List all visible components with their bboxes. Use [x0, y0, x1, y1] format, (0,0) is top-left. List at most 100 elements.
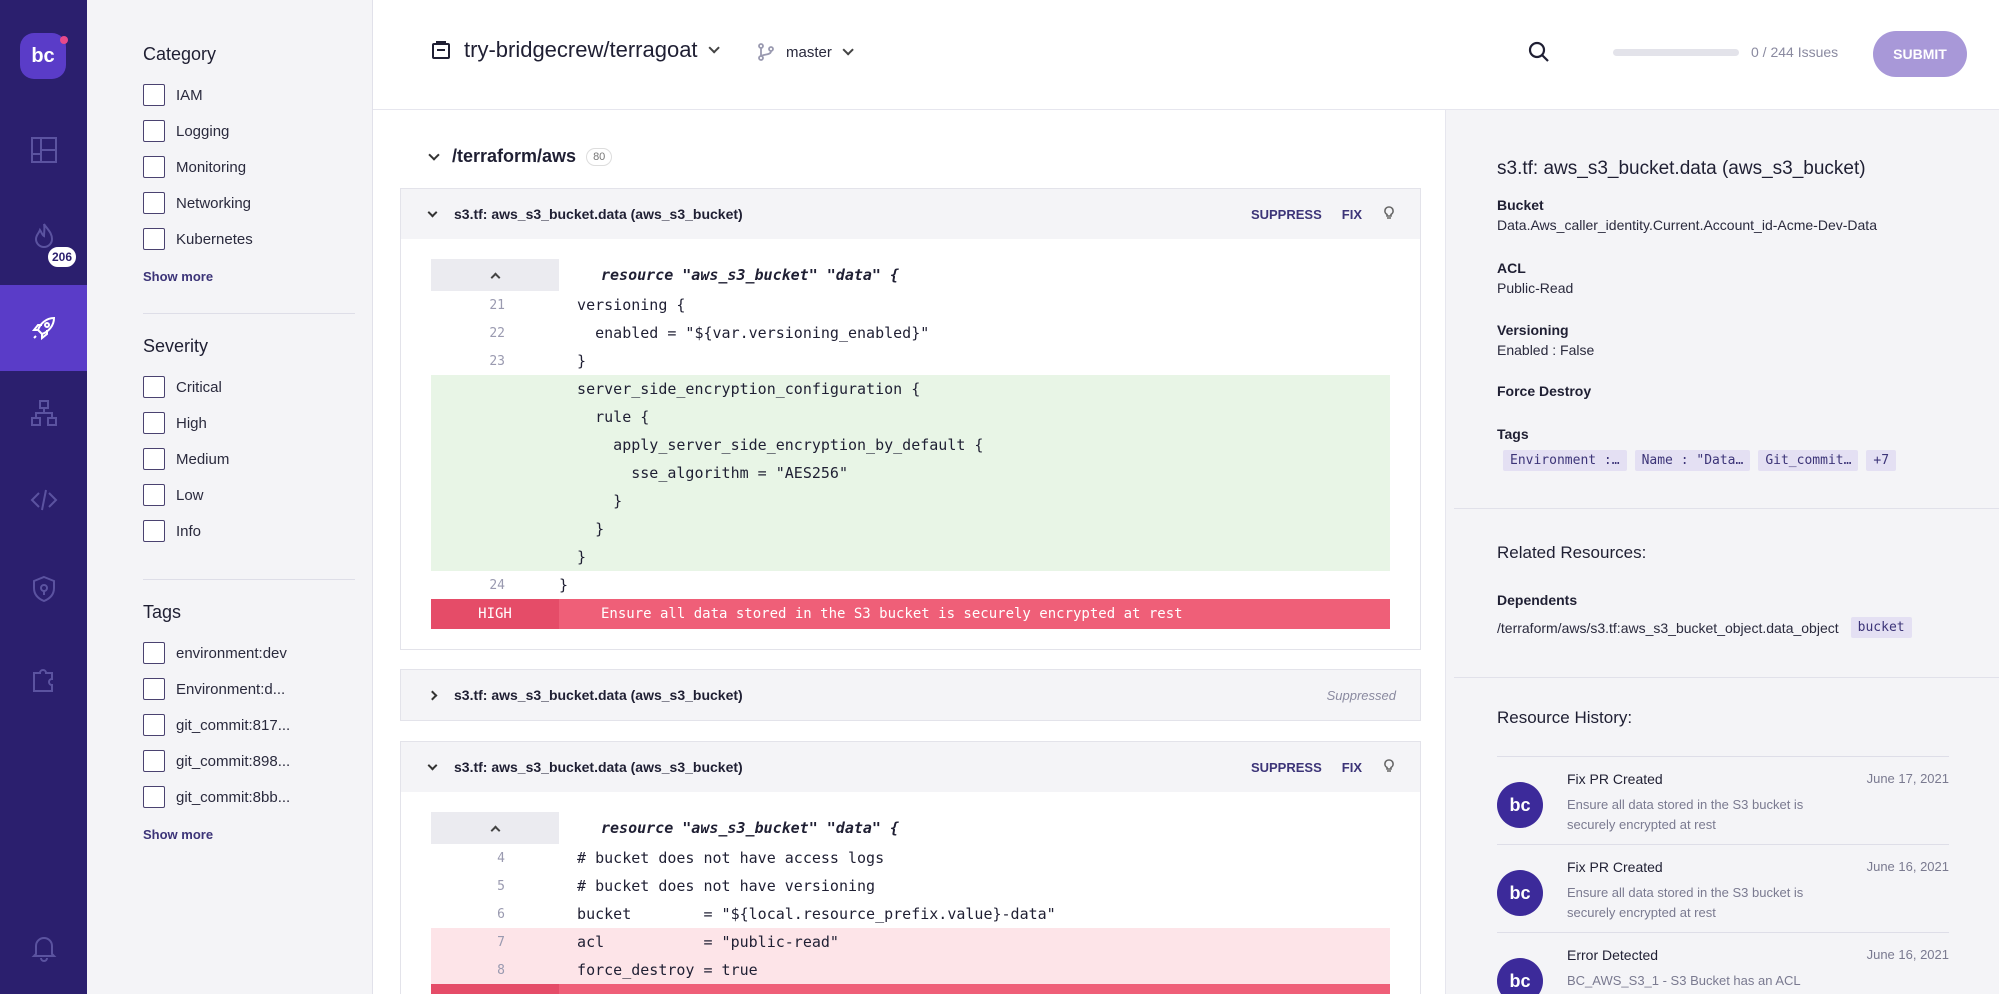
fix-button[interactable]: FIX	[1342, 760, 1362, 775]
nav-resources[interactable]	[0, 370, 87, 456]
filter-tag-option[interactable]: git_commit:817...	[143, 707, 355, 743]
code-line-added: rule {	[431, 403, 1390, 431]
lightbulb-button[interactable]	[1362, 758, 1396, 776]
tag-chip[interactable]: Name : "Data…	[1634, 450, 1751, 471]
filter-tag-option[interactable]: Environment:d...	[143, 671, 355, 707]
suppress-button[interactable]: SUPPRESS	[1251, 760, 1322, 775]
checkbox[interactable]	[143, 678, 165, 700]
nav-code-fixes[interactable]	[0, 285, 87, 371]
checkbox[interactable]	[143, 228, 165, 250]
prop-acl: ACL Public-Read	[1497, 260, 1573, 296]
history-description: BC_AWS_S3_1 - S3 Bucket has an ACL	[1567, 973, 1801, 988]
history-item[interactable]: bc Fix PR Created Ensure all data stored…	[1497, 756, 1949, 844]
checkbox[interactable]	[143, 84, 165, 106]
filter-category-option[interactable]: Networking	[143, 185, 355, 221]
severity-label: HIGH	[431, 599, 559, 629]
related-resources-title: Related Resources:	[1497, 543, 1647, 562]
submit-button[interactable]: SUBMIT	[1873, 31, 1967, 77]
branch-selector[interactable]: master	[756, 42, 854, 62]
tags-show-more-link[interactable]: Show more	[143, 827, 355, 842]
checkbox[interactable]	[143, 412, 165, 434]
checkbox[interactable]	[143, 520, 165, 542]
expand-up-button[interactable]	[431, 812, 559, 844]
prop-key: Tags	[1497, 426, 1529, 442]
checkbox[interactable]	[143, 192, 165, 214]
suppress-button[interactable]: SUPPRESS	[1251, 207, 1322, 222]
line-number	[431, 403, 559, 431]
line-number: 22	[489, 325, 505, 341]
dependent-item[interactable]: /terraform/aws/s3.tf:aws_s3_bucket_objec…	[1497, 617, 1912, 638]
filter-severity-option[interactable]: High	[143, 405, 355, 441]
icon-rail: bc 206	[0, 0, 87, 994]
nav-code[interactable]	[0, 457, 87, 543]
nav-dashboard[interactable]	[0, 107, 87, 193]
prop-key: Bucket	[1497, 197, 1544, 213]
filter-tag-option[interactable]: git_commit:898...	[143, 743, 355, 779]
checkbox[interactable]	[143, 714, 165, 736]
issue-title: s3.tf: aws_s3_bucket.data (aws_s3_bucket…	[454, 759, 743, 775]
avatar: bc	[1497, 782, 1543, 828]
branch-name: master	[786, 43, 832, 61]
filter-tag-option[interactable]: git_commit:8bb...	[143, 779, 355, 815]
filter-severity-option[interactable]: Info	[143, 513, 355, 549]
code-text: # bucket does not have access logs	[559, 849, 885, 867]
code-text: bucket = "${local.resource_prefix.value}…	[559, 905, 1056, 923]
option-label: High	[176, 414, 207, 432]
nav-integrations[interactable]	[0, 636, 87, 722]
code-line-added: }	[431, 515, 1390, 543]
checkbox[interactable]	[143, 156, 165, 178]
filter-category-option[interactable]: Monitoring	[143, 149, 355, 185]
checkbox[interactable]	[143, 750, 165, 772]
filter-tag-option[interactable]: environment:dev	[143, 635, 355, 671]
code-line: 22 enabled = "${var.versioning_enabled}"	[431, 319, 1390, 347]
history-item[interactable]: bc Error Detected BC_AWS_S3_1 - S3 Bucke…	[1497, 932, 1949, 994]
tag-chip[interactable]: Environment :…	[1503, 450, 1627, 471]
folder-path-header[interactable]: /terraform/aws 80	[428, 146, 613, 167]
history-title: Fix PR Created	[1567, 859, 1663, 875]
nav-notifications[interactable]	[0, 905, 87, 991]
chevron-up-icon	[490, 272, 500, 282]
issue-card-header[interactable]: s3.tf: aws_s3_bucket.data (aws_s3_bucket…	[401, 189, 1420, 239]
filter-category-option[interactable]: Logging	[143, 113, 355, 149]
search-button[interactable]	[1527, 40, 1551, 64]
checkbox[interactable]	[143, 642, 165, 664]
checkbox[interactable]	[143, 448, 165, 470]
filter-severity-option[interactable]: Medium	[143, 441, 355, 477]
history-item[interactable]: bc Fix PR Created Ensure all data stored…	[1497, 844, 1949, 932]
lightbulb-button[interactable]	[1362, 205, 1396, 223]
issue-card-header[interactable]: s3.tf: aws_s3_bucket.data (aws_s3_bucket…	[401, 742, 1420, 792]
fix-button[interactable]: FIX	[1342, 207, 1362, 222]
repo-selector[interactable]: try-bridgecrew/terragoat	[430, 37, 720, 63]
bell-icon	[31, 937, 56, 962]
tag-list: Environment :… Name : "Data… Git_commit……	[1503, 450, 1897, 471]
filter-severity-option[interactable]: Low	[143, 477, 355, 513]
line-number: 5	[497, 878, 505, 894]
puzzle-icon	[32, 669, 53, 692]
checkbox[interactable]	[143, 120, 165, 142]
dashboard-icon	[30, 137, 57, 163]
issue-card-header[interactable]: s3.tf: aws_s3_bucket.data (aws_s3_bucket…	[401, 670, 1420, 720]
filter-severity-option[interactable]: Critical	[143, 369, 355, 405]
nav-incidents[interactable]: 206	[0, 193, 87, 279]
dependent-path: /terraform/aws/s3.tf:aws_s3_bucket_objec…	[1497, 619, 1839, 636]
checkbox[interactable]	[143, 376, 165, 398]
line-number: 23	[489, 353, 505, 369]
chevron-down-icon	[427, 207, 438, 217]
checkbox[interactable]	[143, 786, 165, 808]
nav-policies[interactable]	[0, 546, 87, 632]
line-number: 7	[497, 934, 505, 950]
bridgecrew-logo[interactable]: bc	[20, 33, 68, 79]
category-show-more-link[interactable]: Show more	[143, 269, 355, 284]
checkbox[interactable]	[143, 484, 165, 506]
prop-key: Versioning	[1497, 322, 1569, 338]
option-label: Monitoring	[176, 158, 247, 176]
filter-category-option[interactable]: Kubernetes	[143, 221, 355, 257]
filter-severity-title: Severity	[143, 336, 209, 356]
expand-up-button[interactable]	[431, 259, 559, 291]
code-text: }	[559, 492, 623, 510]
prop-bucket: Bucket Data.Aws_caller_identity.Current.A…	[1497, 197, 1877, 233]
more-tags-chip[interactable]: +7	[1866, 450, 1897, 471]
filter-category-option[interactable]: IAM	[143, 77, 355, 113]
tag-chip[interactable]: Git_commit…	[1758, 450, 1859, 471]
lightbulb-icon	[1384, 758, 1394, 772]
